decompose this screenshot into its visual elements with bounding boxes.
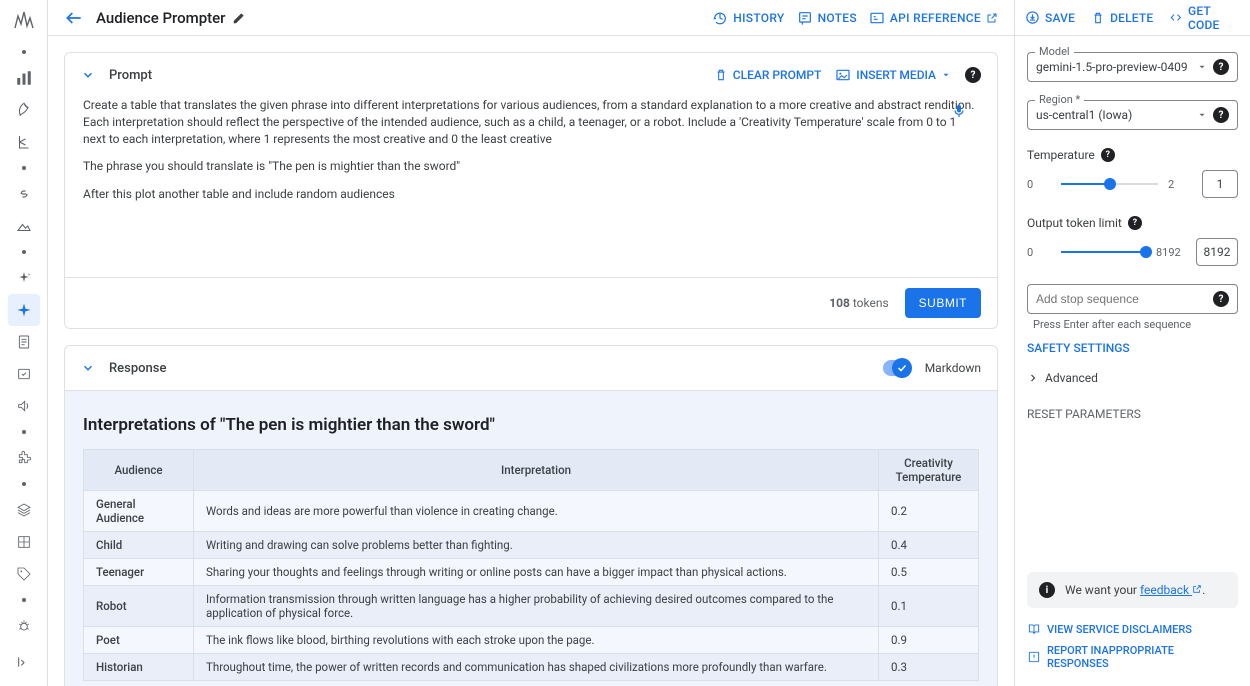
- model-select-field[interactable]: Model gemini-1.5-pro-preview-0409 ?: [1027, 52, 1238, 82]
- prompt-text-area[interactable]: Create a table that translates the given…: [65, 97, 997, 277]
- model-help-icon[interactable]: ?: [1213, 59, 1229, 75]
- topbar: Audience Prompter HISTORY NOTES API REFE…: [48, 0, 1014, 36]
- submit-button[interactable]: SUBMIT: [905, 288, 981, 318]
- save-button[interactable]: SAVE: [1025, 10, 1075, 25]
- reset-parameters-button[interactable]: RESET PARAMETERS: [1027, 391, 1238, 437]
- chevron-right-icon: [1027, 372, 1039, 384]
- table-row: RobotInformation transmission through wr…: [84, 586, 979, 627]
- rail-item-stack[interactable]: [8, 494, 40, 526]
- collapse-prompt-icon[interactable]: [81, 68, 95, 82]
- notes-button[interactable]: NOTES: [797, 10, 857, 26]
- rail-item-speaker[interactable]: [8, 390, 40, 422]
- info-icon: i: [1039, 582, 1055, 598]
- rail-item-modal[interactable]: [8, 358, 40, 390]
- prompt-panel: Prompt CLEAR PROMPT INSERT MEDIA ? Creat…: [64, 52, 998, 329]
- region-value: us-central1 (Iowa): [1036, 108, 1191, 122]
- safety-settings-link[interactable]: SAFETY SETTINGS: [1027, 331, 1238, 365]
- table-row: TeenagerSharing your thoughts and feelin…: [84, 559, 979, 586]
- output-limit-value[interactable]: 8192: [1196, 238, 1238, 266]
- caret-down-icon: [1197, 110, 1207, 120]
- stop-sequence-input[interactable]: ?: [1027, 284, 1238, 314]
- caret-down-icon: [1197, 62, 1207, 72]
- response-panel: Response Markdown Interpretations of "Th…: [64, 345, 998, 686]
- parameters-sidebar: SAVE DELETE GET CODE Model gemini-1.5-pr…: [1014, 0, 1250, 686]
- rail-separator: [22, 430, 26, 434]
- feedback-link[interactable]: feedback: [1140, 583, 1202, 597]
- rail-item-tag[interactable]: [8, 558, 40, 590]
- edit-title-icon[interactable]: [232, 11, 246, 25]
- rail-separator: [22, 166, 26, 170]
- prompt-title: Prompt: [109, 68, 152, 83]
- table-header: Audience: [84, 450, 194, 491]
- response-title: Response: [109, 361, 166, 376]
- table-row: ChildWriting and drawing can solve probl…: [84, 532, 979, 559]
- history-button[interactable]: HISTORY: [712, 10, 784, 26]
- temperature-label: Temperature ?: [1027, 148, 1238, 162]
- output-limit-label: Output token limit ?: [1027, 216, 1238, 230]
- report-responses-link[interactable]: REPORT INAPPROPRIATE RESPONSES: [1027, 640, 1238, 674]
- rail-item-dashboard[interactable]: [8, 62, 40, 94]
- insert-media-button[interactable]: INSERT MEDIA: [835, 67, 951, 83]
- dropdown-caret-icon: [941, 70, 951, 80]
- response-heading-1: Interpretations of "The pen is mightier …: [83, 415, 979, 435]
- page-title: Audience Prompter: [96, 9, 246, 27]
- collapse-response-icon[interactable]: [81, 361, 95, 375]
- rail-item-link[interactable]: [8, 178, 40, 210]
- feedback-box: i We want your feedback .: [1027, 572, 1238, 608]
- rail-item-doc[interactable]: [8, 326, 40, 358]
- interpretations-table: Audience Interpretation Creativity Tempe…: [83, 449, 979, 681]
- table-header: Interpretation: [194, 450, 879, 491]
- microphone-icon[interactable]: [951, 103, 967, 119]
- delete-button[interactable]: DELETE: [1091, 11, 1153, 25]
- back-button[interactable]: [64, 8, 84, 28]
- rail-separator: [22, 250, 26, 254]
- rail-item-prompt[interactable]: [8, 294, 40, 326]
- rail-separator: [22, 598, 26, 602]
- left-nav-rail: [0, 0, 48, 686]
- api-reference-button[interactable]: API REFERENCE: [869, 10, 998, 26]
- stop-sequence-hint: Press Enter after each sequence: [1027, 318, 1238, 331]
- table-row: HistorianThroughout time, the power of w…: [84, 654, 979, 681]
- table-header: Creativity Temperature: [879, 450, 979, 491]
- rail-item-debug[interactable]: [8, 610, 40, 642]
- rail-expand-toggle[interactable]: [8, 646, 40, 678]
- output-limit-slider[interactable]: [1061, 243, 1146, 261]
- rail-item-leaf[interactable]: [8, 94, 40, 126]
- view-disclaimers-link[interactable]: VIEW SERVICE DISCLAIMERS: [1027, 618, 1238, 640]
- content-area: Prompt CLEAR PROMPT INSERT MEDIA ? Creat…: [48, 36, 1014, 686]
- get-code-button[interactable]: GET CODE: [1169, 4, 1240, 32]
- model-value: gemini-1.5-pro-preview-0409: [1036, 60, 1191, 74]
- region-select-field[interactable]: Region * us-central1 (Iowa) ?: [1027, 100, 1238, 130]
- stop-help-icon[interactable]: ?: [1213, 291, 1229, 307]
- external-link-icon: [986, 12, 998, 24]
- response-body: Interpretations of "The pen is mightier …: [65, 391, 997, 686]
- markdown-label: Markdown: [925, 361, 981, 375]
- token-count: 108 tokens: [829, 296, 888, 310]
- external-link-icon: [1192, 584, 1202, 594]
- markdown-toggle[interactable]: [883, 360, 911, 376]
- temperature-slider[interactable]: [1061, 175, 1158, 193]
- rail-item-branch[interactable]: [8, 126, 40, 158]
- temp-help-icon[interactable]: ?: [1101, 148, 1115, 162]
- rail-item-grid[interactable]: [8, 526, 40, 558]
- rail-separator: [22, 482, 26, 486]
- output-help-icon[interactable]: ?: [1128, 216, 1142, 230]
- clear-prompt-button[interactable]: CLEAR PROMPT: [714, 68, 822, 82]
- rail-separator: [22, 50, 26, 54]
- advanced-toggle[interactable]: Advanced: [1027, 365, 1238, 391]
- rail-item-sparkle[interactable]: [8, 262, 40, 294]
- product-logo-icon: [12, 8, 36, 32]
- rail-item-extension[interactable]: [8, 442, 40, 474]
- table-row: General AudienceWords and ideas are more…: [84, 491, 979, 532]
- table-row: PoetThe ink flows like blood, birthing r…: [84, 627, 979, 654]
- prompt-help-icon[interactable]: ?: [965, 67, 981, 83]
- temperature-value[interactable]: 1: [1202, 170, 1238, 198]
- region-help-icon[interactable]: ?: [1213, 107, 1229, 123]
- rail-item-image[interactable]: [8, 210, 40, 242]
